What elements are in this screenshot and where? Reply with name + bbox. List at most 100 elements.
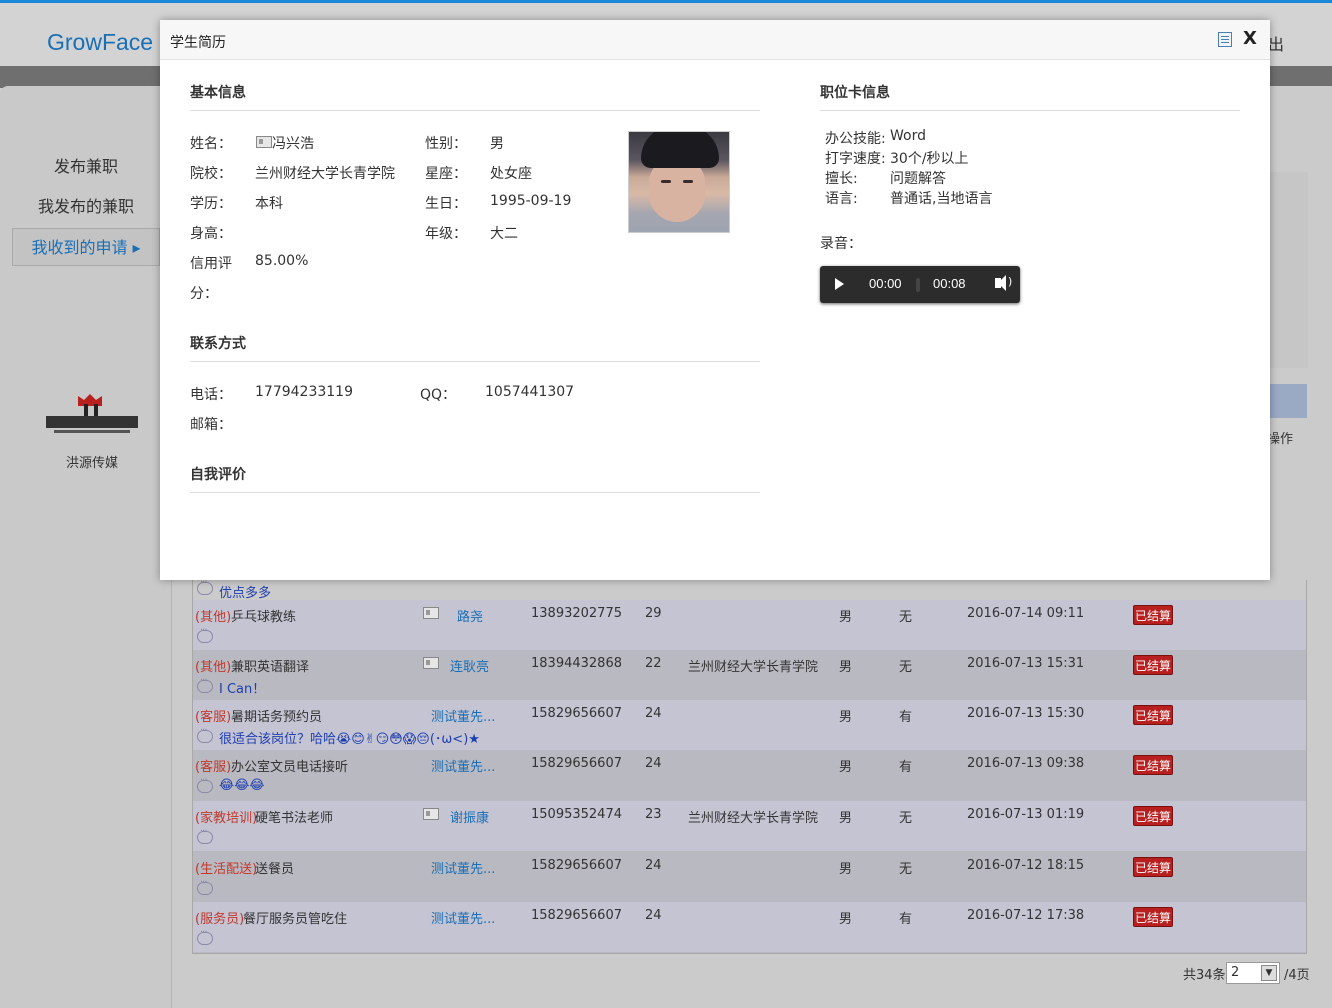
strength-label: 擅长:	[825, 171, 858, 187]
applicant-name[interactable]: 谢振康	[450, 807, 489, 826]
applicant-age: 24	[645, 706, 662, 721]
comment-icon	[197, 826, 213, 844]
logout-link[interactable]: 出	[1268, 31, 1284, 55]
applicant-school: 兰州财经大学长青学院	[688, 811, 819, 826]
applicant-age: 29	[645, 606, 662, 621]
job-title[interactable]: 办公室文员电话接听	[231, 756, 348, 775]
comment-icon	[197, 877, 213, 895]
applicant-gender: 男	[839, 760, 853, 775]
job-category: (其他)	[195, 610, 232, 625]
skill-label: 办公技能:	[825, 131, 886, 147]
zodiac-label: 星座：	[425, 166, 467, 182]
sidebar-item-post-job[interactable]: 发布兼职	[12, 148, 160, 186]
close-button[interactable]: X	[1243, 28, 1257, 49]
chevron-down-icon[interactable]: ▼	[1261, 965, 1277, 981]
applicant-phone: 15829656607	[531, 908, 622, 923]
table-row[interactable]: (客服) 暑期话务预约员 测试董先... 15829656607 24 男 有 …	[193, 700, 1306, 751]
page-select-value: 2	[1231, 965, 1240, 980]
applicant-gender: 男	[839, 811, 853, 826]
apply-time: 2016-07-12 17:38	[967, 908, 1085, 923]
gender-value: 男	[490, 136, 504, 152]
applicant-name[interactable]: 连耿亮	[450, 656, 489, 675]
table-row[interactable]: (其他) 乒乓球教练 路尧 13893202775 29 男 无 2016-07…	[193, 600, 1306, 651]
applicant-experience: 无	[899, 610, 913, 625]
divider	[820, 110, 1240, 111]
id-card-icon[interactable]	[423, 607, 439, 619]
page-select[interactable]: 2 ▼	[1226, 962, 1280, 984]
id-card-icon[interactable]	[423, 657, 439, 669]
apply-time: 2016-07-13 15:30	[967, 706, 1085, 721]
job-title[interactable]: 餐厅服务员管吃住	[243, 908, 347, 927]
status-badge: 已结算	[1133, 806, 1173, 826]
job-title[interactable]: 送餐员	[255, 858, 294, 877]
job-category: (客服)	[195, 760, 232, 775]
status-badge: 已结算	[1133, 605, 1173, 625]
language-label: 语言:	[825, 191, 858, 207]
comment-icon	[197, 725, 213, 743]
comment-icon	[197, 675, 213, 693]
job-category: (服务员)	[195, 912, 245, 927]
play-icon[interactable]	[835, 278, 844, 290]
modal-title: 学生简历	[170, 35, 226, 51]
comment-icon	[197, 927, 213, 945]
comment-icon	[197, 577, 213, 595]
table-row[interactable]: (生活配送) 送餐员 测试董先... 15829656607 24 男 无 20…	[193, 852, 1306, 903]
applicant-name[interactable]: 测试董先...	[431, 908, 495, 927]
phone-value: 17794233119	[255, 384, 353, 400]
job-title[interactable]: 乒乓球教练	[231, 606, 296, 625]
apply-time: 2016-07-13 15:31	[967, 656, 1085, 671]
audio-progress[interactable]	[916, 278, 920, 292]
credit-value: 85.00%	[255, 253, 309, 269]
status-badge: 已结算	[1133, 755, 1173, 775]
audio-label: 录音：	[820, 236, 862, 252]
status-badge: 已结算	[1133, 857, 1173, 877]
volume-icon[interactable]	[995, 275, 1012, 291]
applicant-age: 24	[645, 858, 662, 873]
sidebar-item-my-jobs[interactable]: 我发布的兼职	[12, 188, 160, 226]
id-card-icon[interactable]	[423, 808, 439, 820]
app-logo[interactable]: GrowFace	[47, 29, 153, 56]
name-label: 姓名：	[190, 136, 232, 152]
job-title[interactable]: 兼职英语翻译	[231, 656, 309, 675]
applicant-experience: 有	[899, 912, 913, 927]
sidebar-item-received-applications[interactable]: 我收到的申请 ▸	[12, 228, 160, 266]
applicant-name[interactable]: 测试董先...	[431, 858, 495, 877]
applicant-experience: 无	[899, 660, 913, 675]
table-row[interactable]: (服务员) 餐厅服务员管吃住 测试董先... 15829656607 24 男 …	[193, 902, 1306, 953]
pager-tail: /4页	[1284, 968, 1310, 983]
audio-current-time: 00:00	[869, 276, 902, 291]
applicant-name[interactable]: 路尧	[457, 606, 483, 625]
applicant-age: 22	[645, 656, 662, 671]
applicant-name[interactable]: 测试董先...	[431, 756, 495, 775]
job-category: (生活配送)	[195, 862, 258, 877]
job-category: (其他)	[195, 660, 232, 675]
student-photo	[628, 131, 730, 233]
job-title[interactable]: 硬笔书法老师	[255, 807, 333, 826]
typing-value: 30个/秒以上	[890, 151, 969, 167]
height-label: 身高：	[190, 226, 232, 242]
applicant-phone: 13893202775	[531, 606, 622, 621]
job-title[interactable]: 暑期话务预约员	[231, 706, 322, 725]
applicant-phone: 18394432868	[531, 656, 622, 671]
table-row[interactable]: (家教培训) 硬笔书法老师 谢振康 15095352474 23 兰州财经大学长…	[193, 801, 1306, 852]
brand-name: 洪源传媒	[65, 456, 118, 471]
section-contact: 联系方式	[190, 336, 246, 352]
divider	[190, 110, 760, 111]
edit-icon[interactable]	[1218, 32, 1232, 47]
applicant-gender: 男	[839, 660, 853, 675]
comment-text: I Can！	[219, 682, 266, 697]
skill-value: Word	[890, 128, 926, 144]
applicant-gender: 男	[839, 912, 853, 927]
applicant-experience: 有	[899, 760, 913, 775]
status-badge: 已结算	[1133, 907, 1173, 927]
applicant-name[interactable]: 测试董先...	[431, 706, 495, 725]
audio-player[interactable]: 00:00 00:08	[820, 266, 1020, 303]
table-row[interactable]: (其他) 兼职英语翻译 连耿亮 18394432868 22 兰州财经大学长青学…	[193, 650, 1306, 701]
comment-icon	[197, 625, 213, 643]
grade-value: 大二	[490, 226, 518, 242]
status-badge: 已结算	[1133, 705, 1173, 725]
school-value: 兰州财经大学长青学院	[255, 166, 395, 182]
table-row[interactable]: (客服) 办公室文员电话接听 测试董先... 15829656607 24 男 …	[193, 750, 1306, 801]
apply-time: 2016-07-14 09:11	[967, 606, 1085, 621]
divider	[190, 361, 760, 362]
